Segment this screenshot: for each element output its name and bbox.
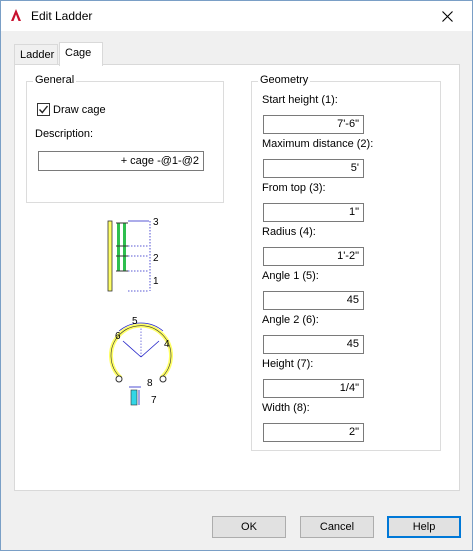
title-bar: Edit Ladder [1, 1, 472, 31]
side-label-3: 3 [153, 217, 159, 228]
side-label-1: 1 [153, 276, 159, 287]
top-label-4: 4 [164, 339, 170, 350]
angle-2-label: Angle 2 (6): [262, 314, 319, 326]
tab-ladder[interactable]: Ladder [14, 44, 58, 65]
angle-1-input[interactable]: 45 [263, 291, 364, 310]
tab-cage[interactable]: Cage [59, 42, 103, 66]
maximum-distance-input[interactable]: 5' [263, 159, 364, 178]
geometry-group-label: Geometry [258, 74, 311, 86]
cage-side-drawing: 3 2 1 [107, 217, 159, 292]
help-button[interactable]: Help [387, 516, 461, 538]
height-input[interactable]: 1/4" [263, 379, 364, 398]
from-top-input[interactable]: 1" [263, 203, 364, 222]
radius-label: Radius (4): [262, 226, 316, 238]
general-group-label: General [33, 74, 77, 86]
radius-input[interactable]: 1'-2" [263, 247, 364, 266]
checkmark-icon [38, 105, 49, 114]
maximum-distance-label: Maximum distance (2): [262, 138, 374, 150]
description-label: Description: [35, 128, 94, 140]
close-x-icon [441, 10, 453, 22]
height-label: Height (7): [262, 358, 314, 370]
cage-side-diagram: 3 2 1 [104, 215, 165, 295]
from-top-label: From top (3): [262, 182, 326, 194]
geometry-group: Geometry Start height (1): 7'-6" Maximum… [251, 74, 441, 451]
close-button[interactable] [426, 3, 468, 29]
draw-cage-checkbox[interactable]: Draw cage [37, 103, 106, 116]
cage-tab-panel: General Draw cage Description: + cage -@… [14, 64, 460, 491]
checkbox-box[interactable] [37, 103, 50, 116]
cage-top-drawing: 5 6 4 8 7 [109, 316, 173, 406]
window-title: Edit Ladder [31, 9, 93, 23]
top-label-6: 6 [115, 331, 121, 342]
edit-ladder-dialog: Edit Ladder Ladder Cage General Draw cag… [0, 0, 473, 551]
cage-top-diagram: 5 6 4 8 7 [101, 315, 182, 413]
top-label-8: 8 [147, 378, 153, 389]
width-label: Width (8): [262, 402, 310, 414]
cancel-button[interactable]: Cancel [300, 516, 374, 538]
angle-1-label: Angle 1 (5): [262, 270, 319, 282]
autocad-a-icon [11, 9, 21, 21]
top-label-7: 7 [151, 395, 157, 406]
general-group: General Draw cage Description: + cage -@… [26, 74, 224, 203]
side-label-2: 2 [153, 253, 159, 264]
description-input[interactable]: + cage -@1-@2 [38, 151, 204, 171]
start-height-label: Start height (1): [262, 94, 338, 106]
angle-2-input[interactable]: 45 [263, 335, 364, 354]
draw-cage-label: Draw cage [53, 103, 106, 116]
top-label-5: 5 [132, 316, 138, 327]
ok-button[interactable]: OK [212, 516, 286, 538]
width-input[interactable]: 2" [263, 423, 364, 442]
start-height-input[interactable]: 7'-6" [263, 115, 364, 134]
